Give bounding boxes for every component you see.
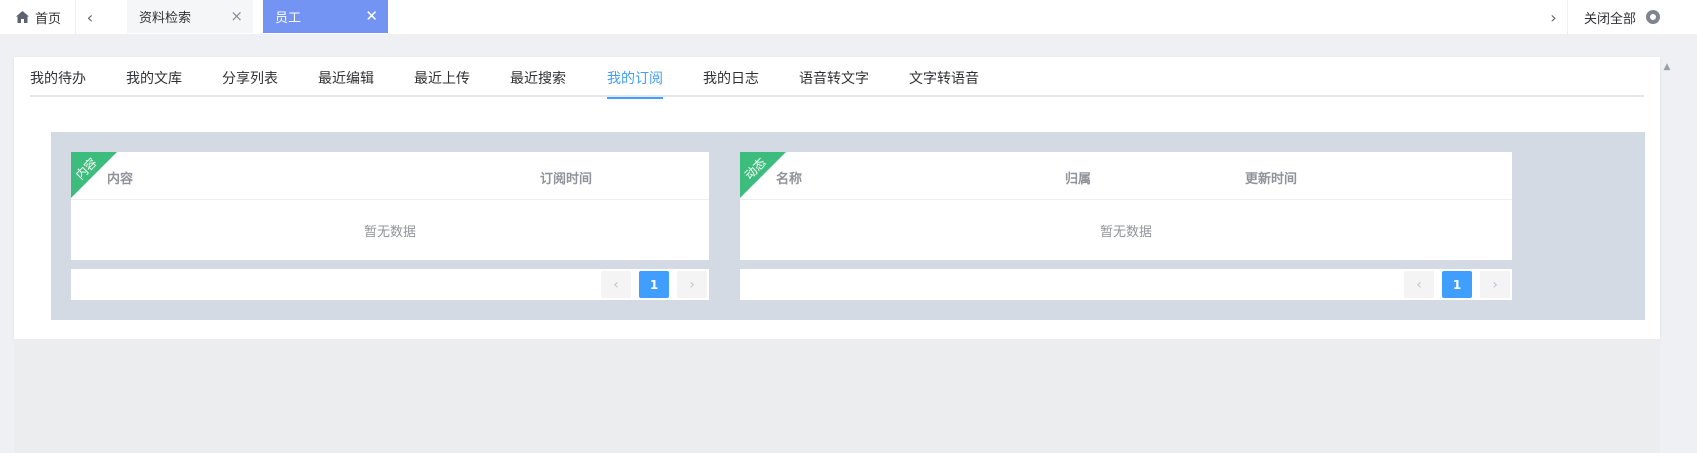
pagination: ‹ 1 › (740, 269, 1512, 300)
corner-ribbon: 动态 (740, 152, 786, 198)
column-header-update-time[interactable]: 更新时间 (1245, 168, 1297, 187)
empty-text: 暂无数据 (363, 224, 416, 240)
content-background (14, 339, 1660, 453)
content-subscription-table: 内容 订阅时间 暂无数据 内容 (71, 152, 709, 260)
scroll-up-icon[interactable]: ▲ (1660, 57, 1674, 77)
tab-employee[interactable]: 员工 ✕ (263, 0, 388, 33)
tab-text-to-speech[interactable]: 文字转语音 (909, 68, 979, 97)
tab-my-subscription[interactable]: 我的订阅 (607, 68, 663, 99)
home-label: 首页 (35, 11, 62, 27)
tab-label: 资料检索 (139, 11, 192, 26)
subscription-panel: 内容 订阅时间 暂无数据 内容 ‹ 1 › 名称 归属 更新时间 暂无数据 动态… (51, 132, 1645, 320)
page-number[interactable]: 1 (639, 271, 669, 298)
main-card: 我的待办 我的文库 分享列表 最近编辑 最近上传 最近搜索 我的订阅 我的日志 … (14, 57, 1660, 339)
tab-recent-upload[interactable]: 最近上传 (414, 68, 470, 97)
close-icon[interactable]: ✕ (365, 8, 378, 24)
tab-my-log[interactable]: 我的日志 (703, 68, 759, 97)
tab-my-library[interactable]: 我的文库 (126, 68, 182, 97)
tab-recent-search[interactable]: 最近搜索 (510, 68, 566, 97)
corner-ribbon: 内容 (71, 152, 117, 198)
home-icon (16, 11, 29, 23)
chevron-right-icon[interactable]: › (1480, 271, 1510, 298)
tab-share-list[interactable]: 分享列表 (222, 68, 278, 97)
top-tab-bar: 首页 ‹ 资料检索 × 员工 ✕ › 关闭全部 (0, 0, 1697, 34)
table-header: 名称 归属 更新时间 (740, 152, 1512, 200)
tab-label: 员工 (275, 11, 302, 26)
pagination: ‹ 1 › (71, 269, 709, 300)
column-header-subscribe-time[interactable]: 订阅时间 (540, 168, 592, 187)
empty-text: 暂无数据 (1099, 224, 1152, 240)
tab-recent-edit[interactable]: 最近编辑 (318, 68, 374, 97)
close-all-label: 关闭全部 (1584, 11, 1637, 27)
home-tab[interactable]: 首页 (0, 0, 76, 34)
tab-speech-to-text[interactable]: 语音转文字 (799, 68, 869, 97)
table-header: 内容 订阅时间 (71, 152, 709, 200)
activity-subscription-table: 名称 归属 更新时间 暂无数据 动态 (740, 152, 1512, 260)
chevron-left-icon[interactable]: ‹ (77, 0, 103, 34)
gear-icon[interactable] (1646, 10, 1661, 24)
chevron-left-icon[interactable]: ‹ (1404, 271, 1434, 298)
sub-tab-bar: 我的待办 我的文库 分享列表 最近编辑 最近上传 最近搜索 我的订阅 我的日志 … (30, 57, 1644, 99)
chevron-right-icon[interactable]: › (677, 271, 707, 298)
column-header-owner[interactable]: 归属 (1065, 168, 1091, 187)
page-number[interactable]: 1 (1442, 271, 1472, 298)
close-icon[interactable]: × (230, 8, 243, 24)
chevron-right-icon[interactable]: › (1540, 0, 1568, 34)
tab-my-todo[interactable]: 我的待办 (30, 68, 86, 97)
close-all-button[interactable]: 关闭全部 (1584, 0, 1661, 34)
tab-resource-search[interactable]: 资料检索 × (127, 0, 253, 33)
chevron-left-icon[interactable]: ‹ (601, 271, 631, 298)
